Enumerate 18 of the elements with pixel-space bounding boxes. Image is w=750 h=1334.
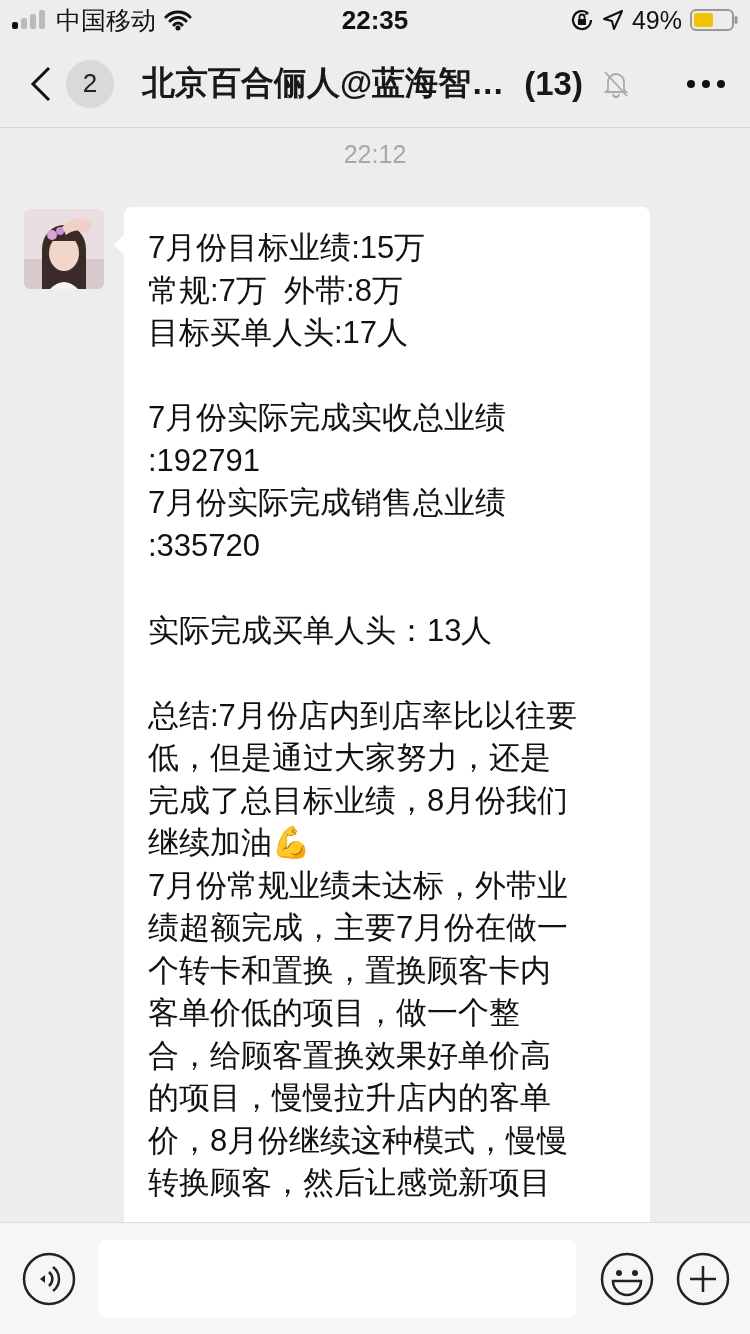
chat-title: 北京百合俪人@蓝海智… [142,63,505,103]
add-icon[interactable] [676,1251,730,1306]
emoji-icon[interactable] [600,1251,654,1306]
more-icon[interactable] [686,78,726,89]
rotation-lock-icon [569,8,594,32]
voice-icon[interactable] [22,1251,76,1306]
clock-time: 22:35 [341,4,409,36]
unread-count[interactable]: 2 [66,59,114,108]
battery-percent: 49% [631,5,682,35]
back-icon[interactable] [30,65,52,102]
signal-icon [12,10,48,30]
message-timestamp: 22:12 [343,140,407,169]
message-text: 7月份目标业绩:15万 常规:7万 外带:8万 目标买单人头:17人 7月份实际完成实收总业绩 :192791 7月份实际完成销售总业绩 :335720 实际完成买单人头：13人 总结:7月份店内到店率比以往要 低，但是通过大家努力，还是 完成了总目标业绩，8月份我们 继续加油💪 7月份常规业绩未达标，外带业 绩超额完成，主要7月份在做一 个转卡和置换，置换顾客卡内 客单价低的项目，做一个整 合，给顾客置换效果好单价高 的项目，慢慢拉升店内的客单 价，8月份继续这种模式，慢慢 转换顾客，然后让感觉新项目 [148,229,578,1202]
wifi-icon [164,9,192,31]
location-icon [601,9,624,31]
carrier-name: 中国移动 [56,4,156,36]
member-count: (13) [524,64,583,103]
battery-icon [690,9,738,31]
